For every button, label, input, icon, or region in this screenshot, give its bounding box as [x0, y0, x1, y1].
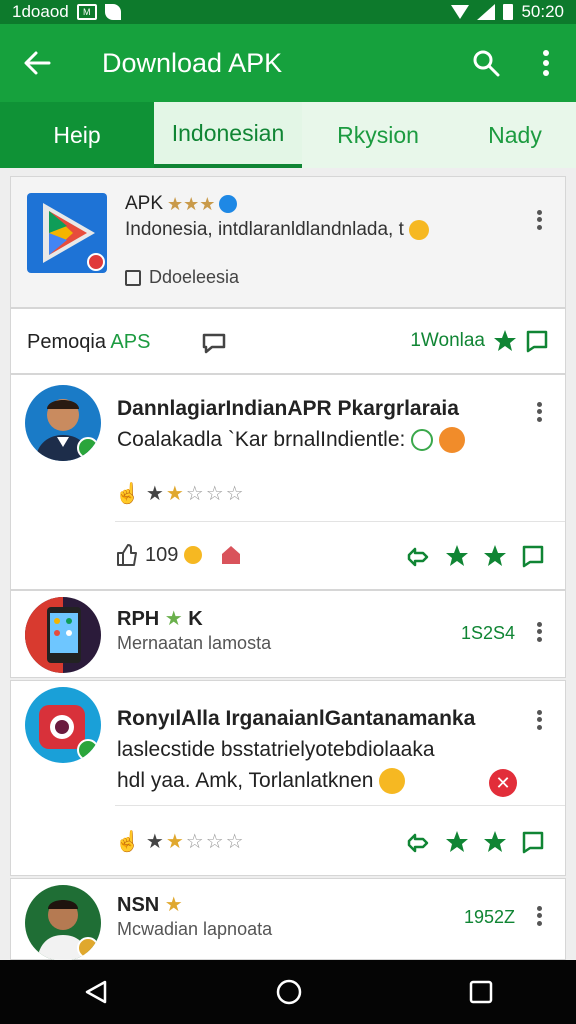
post-line-2: laslecstide bsstatrielyotebdiolaaka: [117, 738, 435, 761]
search-button[interactable]: [456, 24, 516, 102]
bookmark-chat-icon[interactable]: [521, 830, 545, 854]
battery-icon: [503, 4, 514, 20]
like-count: 109: [145, 543, 179, 566]
rating-stars-icon: ★★★: [167, 193, 216, 214]
home-nav-icon[interactable]: [275, 978, 303, 1006]
home-icon[interactable]: [220, 544, 242, 566]
post-title: RPH: [117, 608, 160, 630]
play-store-icon: [27, 193, 107, 273]
star-icon: ★: [164, 608, 183, 630]
post-line-1: RonyılAlla IrganaianlGantanamanka: [117, 707, 476, 730]
share-icon[interactable]: [405, 829, 431, 855]
bookmark-chat-icon[interactable]: [525, 329, 549, 353]
star-rating-icon[interactable]: ★★☆☆☆: [146, 481, 246, 506]
post-number: 1S2S4: [460, 623, 515, 643]
app-badge: [87, 253, 105, 271]
tab-nady[interactable]: Nady: [454, 102, 576, 168]
close-icon[interactable]: ✕: [489, 769, 517, 797]
app-bar: Download APK: [0, 24, 576, 102]
avatar: [25, 597, 101, 673]
wifi-icon: [451, 5, 470, 19]
app-description: Indonesia, intdlaranldlandnlada, t: [125, 219, 404, 240]
post-line-1: DannlagiarIndianAPR Pkargrlaraia: [117, 397, 459, 420]
star-icon[interactable]: [483, 830, 507, 854]
post-subtitle: Mcwadian lapnoata: [117, 919, 273, 939]
online-badge: [77, 437, 99, 459]
online-badge: [77, 739, 99, 761]
checkbox[interactable]: [125, 269, 141, 286]
avatar: [25, 885, 101, 961]
post-line-2: Coalakadla `Kar brnalIndientle:: [117, 428, 406, 451]
star-icon[interactable]: [493, 329, 517, 353]
post-menu-button[interactable]: [527, 901, 551, 931]
kebab-menu-icon: [543, 50, 549, 76]
star-icon[interactable]: [445, 830, 469, 854]
list-item[interactable]: RPH ★ K Mernaatan lamosta 1S2S4: [10, 590, 566, 678]
bookmark-chat-icon[interactable]: [521, 544, 545, 568]
recents-nav-icon[interactable]: [469, 980, 493, 1004]
smiley-icon: [411, 429, 434, 452]
post-title-suffix: K: [188, 608, 203, 630]
laugh-emoji-icon: [184, 546, 203, 564]
search-icon: [473, 50, 500, 77]
tab-bar: Heip Indonesian Rkysion Nady: [0, 102, 576, 168]
rating-row: ☝ ★★☆☆☆: [115, 829, 246, 854]
status-text: 1doaod: [12, 2, 69, 21]
list-item[interactable]: DannlagiarIndianAPR Pkargrlaraia Coalaka…: [10, 374, 566, 590]
thumbs-icon[interactable]: ☝: [115, 829, 140, 854]
star-icon: ★: [164, 894, 183, 916]
tab-indonesian[interactable]: Indonesian: [154, 102, 302, 168]
list-item[interactable]: NSN ★ Mcwadian lapnoata 1952Z: [10, 878, 566, 961]
post-menu-button[interactable]: [527, 397, 551, 427]
tab-rkysion[interactable]: Rkysion: [302, 102, 454, 168]
section-right-label[interactable]: 1Wonlaa: [410, 330, 485, 352]
verified-badge-icon: [219, 195, 238, 213]
leaf-icon: [104, 4, 121, 20]
signal-icon: [477, 4, 496, 20]
avatar: [25, 385, 101, 461]
status-bar: 1doaod M 50:20: [0, 0, 576, 24]
system-nav-bar: [0, 960, 576, 1024]
grin-emoji-icon: [379, 768, 406, 795]
post-menu-button[interactable]: [527, 617, 551, 647]
badge-icon: [77, 937, 99, 959]
post-number: 1952Z: [463, 907, 515, 927]
rating-row: ☝ ★★☆☆☆: [115, 481, 246, 506]
card-menu-button[interactable]: [527, 205, 551, 235]
back-nav-icon[interactable]: [83, 979, 109, 1005]
tongue-emoji-icon: [439, 427, 466, 454]
star-icon[interactable]: [445, 544, 469, 568]
post-line-3: hdl yaa. Amk, Torlanlatknen: [117, 769, 374, 792]
emoji-icon: [409, 219, 430, 240]
status-time: 50:20: [521, 2, 564, 21]
list-item[interactable]: RonyılAlla IrganaianlGantanamanka laslec…: [10, 680, 566, 876]
overflow-menu-button[interactable]: [516, 24, 576, 102]
app-card[interactable]: APK ★★★ Indonesia, intdlaranldlandnlada,…: [10, 176, 566, 308]
checkbox-label: Ddoeleesia: [149, 267, 240, 287]
section-header: Pemoqia APS 1Wonlaa: [10, 308, 566, 374]
notification-box-icon: M: [76, 4, 97, 20]
back-button[interactable]: [0, 24, 74, 102]
post-title: NSN: [117, 894, 160, 916]
thumbs-up-icon[interactable]: [115, 543, 139, 567]
share-icon[interactable]: [405, 543, 431, 569]
app-checkbox-row[interactable]: Ddoeleesia: [125, 267, 239, 288]
thumbs-icon[interactable]: ☝: [115, 481, 140, 506]
tab-help[interactable]: Heip: [0, 102, 154, 168]
post-menu-button[interactable]: [527, 705, 551, 735]
star-icon[interactable]: [483, 544, 507, 568]
page-title: Download APK: [102, 47, 283, 78]
arrow-left-icon: [24, 51, 51, 75]
section-title-apps: APS: [110, 331, 151, 353]
chat-icon[interactable]: [201, 331, 227, 355]
post-subtitle: Mernaatan lamosta: [117, 633, 272, 653]
app-title: APK: [125, 193, 164, 214]
avatar: [25, 687, 101, 763]
star-rating-icon[interactable]: ★★☆☆☆: [146, 829, 246, 854]
section-title: Pemoqia: [27, 331, 106, 353]
